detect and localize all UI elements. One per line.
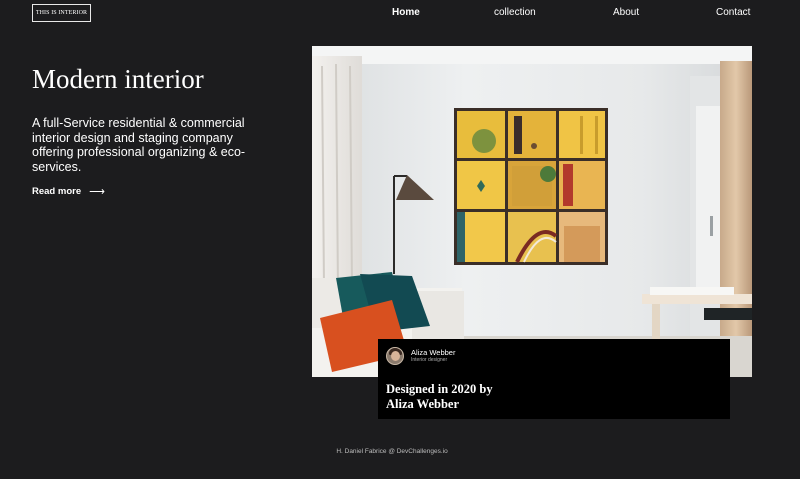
read-more-label: Read more — [32, 186, 82, 197]
footer-credit: H. Daniel Fabrice @ DevChallenges.io — [336, 448, 448, 455]
hero-description: A full-Service residential & commercial … — [32, 116, 246, 174]
read-more-link[interactable]: Read more ⟶ — [32, 185, 105, 198]
card-caption: Designed in 2020 by Aliza Webber — [386, 382, 586, 412]
designer-card: Aliza Webber Interior designer Designed … — [378, 339, 730, 419]
nav-home[interactable]: Home — [392, 7, 420, 18]
caption-line-1: Designed in 2020 by — [386, 382, 493, 396]
interior-photo — [312, 46, 752, 377]
hero-title: Modern interior — [32, 64, 204, 94]
author-name: Aliza Webber — [411, 348, 456, 357]
avatar — [386, 347, 404, 365]
author-role: Interior designer — [411, 357, 448, 363]
nav-collection[interactable]: collection — [494, 7, 536, 18]
nav-about[interactable]: About — [613, 7, 639, 18]
caption-line-2: Aliza Webber — [386, 397, 460, 411]
main-nav: Home collection About Contact — [0, 7, 800, 19]
arrow-right-icon: ⟶ — [89, 186, 105, 198]
nav-contact[interactable]: Contact — [716, 7, 750, 18]
